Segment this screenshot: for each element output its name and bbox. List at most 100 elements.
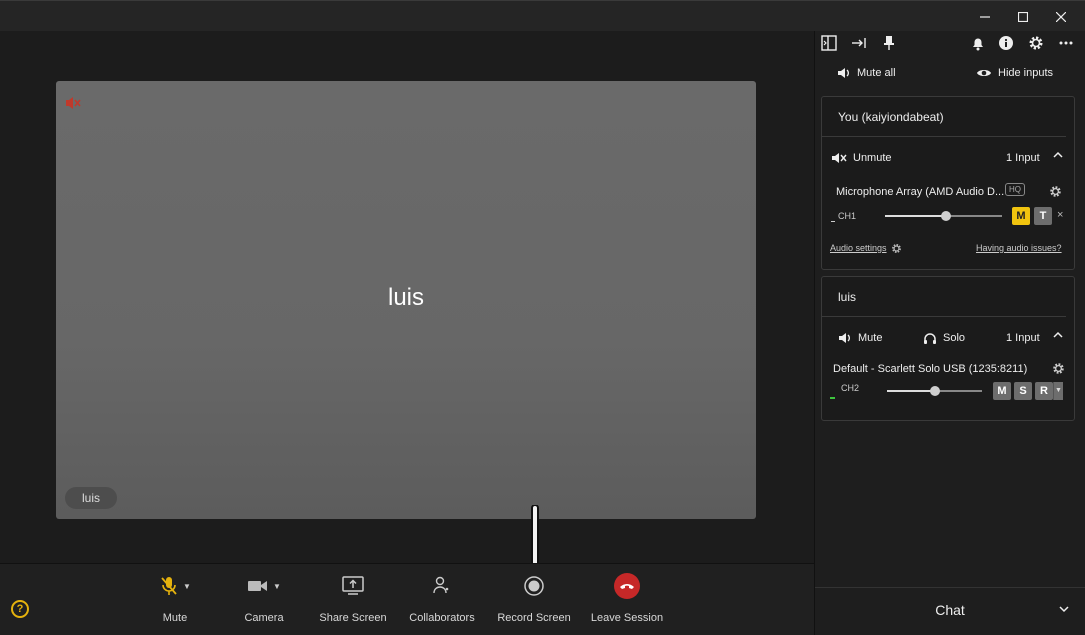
share-screen-button[interactable]: Share Screen <box>308 570 398 628</box>
audio-issues-link[interactable]: Having audio issues? <box>976 243 1062 253</box>
hide-inputs-label: Hide inputs <box>998 67 1054 79</box>
speaker-muted-icon <box>832 153 847 163</box>
bottom-toolbar: ? ▼ Mute ▼ Camera Share Screen Collabora… <box>0 563 814 635</box>
record-channel-button[interactable]: R <box>1035 382 1053 400</box>
record-icon <box>524 576 544 596</box>
minimize-button[interactable] <box>967 1 1003 32</box>
self-device-row: Microphone Array (AMD Audio D... HQ <box>822 183 1074 201</box>
self-controls-row: Unmute 1 Input <box>822 147 1074 169</box>
remote-mute-label: Mute <box>858 332 883 344</box>
panel-actions: Mute all Hide inputs <box>815 63 1085 89</box>
mute-label: Mute <box>162 612 188 624</box>
self-links-row: Audio settings Having audio issues? <box>822 241 1074 255</box>
collaborators-button[interactable]: Collaborators <box>397 570 487 628</box>
camera-button[interactable]: ▼ Camera <box>219 570 309 628</box>
settings-button[interactable] <box>1027 34 1045 52</box>
chevron-down-icon[interactable]: ▼ <box>1053 382 1063 400</box>
camera-label: Camera <box>244 612 284 624</box>
self-participant-card: You (kaiyiondabeat) Unmute 1 Input Micro… <box>821 96 1075 270</box>
chevron-down-icon[interactable]: ▼ <box>183 582 191 591</box>
close-icon <box>1056 11 1066 22</box>
gear-icon <box>1053 363 1064 374</box>
participant-name: luis <box>387 284 424 311</box>
chevron-up-icon[interactable] <box>1053 330 1063 342</box>
info-icon <box>999 36 1013 50</box>
mute-all-button[interactable]: Mute all <box>837 67 896 79</box>
remote-volume-slider[interactable] <box>887 386 982 396</box>
headphones-icon <box>924 332 936 344</box>
mic-off-icon <box>161 577 177 595</box>
hq-badge[interactable]: HQ <box>1005 183 1025 196</box>
participant-video-tile[interactable]: luis luis <box>56 81 756 519</box>
help-button[interactable]: ? <box>11 600 29 618</box>
self-mute-channel-button[interactable]: M <box>1012 207 1030 225</box>
notifications-button[interactable] <box>969 34 987 52</box>
self-talk-button[interactable]: T <box>1034 207 1052 225</box>
record-channel-group: R ▼ <box>1032 382 1063 400</box>
participant-name-pill: luis <box>65 487 117 509</box>
gear-icon <box>891 243 901 253</box>
close-window-button[interactable] <box>1043 1 1079 32</box>
unmute-button[interactable]: Unmute <box>831 152 892 164</box>
camera-icon <box>248 581 268 591</box>
audio-settings-label: Audio settings <box>830 243 887 253</box>
slider-knob[interactable] <box>930 386 940 396</box>
remote-inputs-count: 1 Input <box>1006 332 1040 344</box>
remote-solo-channel-button[interactable]: S <box>1014 382 1032 400</box>
panel-top-bar <box>815 31 1085 53</box>
remote-mute-button[interactable]: Mute <box>838 332 882 344</box>
mute-button[interactable]: ▼ Mute <box>130 570 220 628</box>
remove-input-button[interactable]: × <box>1057 209 1063 221</box>
bell-icon <box>973 38 983 51</box>
remote-participant-title: luis <box>822 277 1066 317</box>
slider-knob[interactable] <box>941 211 951 221</box>
hide-inputs-button[interactable]: Hide inputs <box>976 67 1053 79</box>
chevron-down-icon[interactable]: ▼ <box>273 582 281 591</box>
record-screen-button[interactable]: Record Screen <box>489 570 579 628</box>
info-button[interactable] <box>997 34 1015 52</box>
audio-settings-link[interactable]: Audio settings <box>830 243 902 254</box>
pin-button[interactable] <box>880 34 898 52</box>
device-settings-button[interactable] <box>1049 185 1062 201</box>
chat-bar[interactable]: Chat <box>815 587 1085 635</box>
self-device-name: Microphone Array (AMD Audio D... <box>836 186 1005 198</box>
more-horizontal-icon <box>1059 41 1073 45</box>
maximize-icon <box>1018 11 1028 22</box>
remote-participant-card: luis Mute Solo 1 Input Default - Scarlet… <box>821 276 1075 421</box>
share-screen-label: Share Screen <box>319 612 387 624</box>
arrow-right-bar-icon <box>852 38 866 48</box>
remote-mute-channel-button[interactable]: M <box>993 382 1011 400</box>
slider-fill <box>887 390 935 392</box>
title-bar <box>0 0 1085 31</box>
collapse-panel-button[interactable] <box>850 34 868 52</box>
record-screen-label: Record Screen <box>497 612 571 624</box>
chat-label: Chat <box>935 602 965 618</box>
hang-up-icon <box>614 573 640 599</box>
remote-device-settings-button[interactable] <box>1052 362 1065 378</box>
self-channel-label: CH1 <box>838 211 857 221</box>
share-screen-icon <box>342 576 364 595</box>
gear-icon <box>1050 186 1061 197</box>
leave-session-label: Leave Session <box>590 612 664 624</box>
pin-icon <box>884 36 894 50</box>
remote-channel-row: CH2 M S R ▼ <box>822 379 1074 403</box>
solo-button[interactable]: Solo <box>923 332 965 345</box>
maximize-button[interactable] <box>1005 1 1041 32</box>
minimize-icon <box>980 15 990 18</box>
eye-icon <box>977 70 991 76</box>
speaker-icon <box>838 68 849 78</box>
self-volume-slider[interactable] <box>885 211 1002 221</box>
leave-session-button[interactable]: Leave Session <box>582 570 672 628</box>
more-options-button[interactable] <box>1057 34 1075 52</box>
slider-fill <box>885 215 946 217</box>
level-meter <box>830 397 835 399</box>
self-participant-title: You (kaiyiondabeat) <box>822 97 1066 137</box>
mute-all-label: Mute all <box>857 67 896 79</box>
chevron-up-icon[interactable] <box>1053 150 1063 162</box>
chevron-down-icon[interactable] <box>1059 602 1069 616</box>
panel-layout-icon <box>821 35 837 51</box>
speaker-icon <box>839 333 850 343</box>
right-panel: Mute all Hide inputs You (kaiyiondabeat)… <box>814 31 1085 635</box>
collaborators-label: Collaborators <box>409 612 475 624</box>
toggle-panel-button[interactable] <box>820 34 838 52</box>
